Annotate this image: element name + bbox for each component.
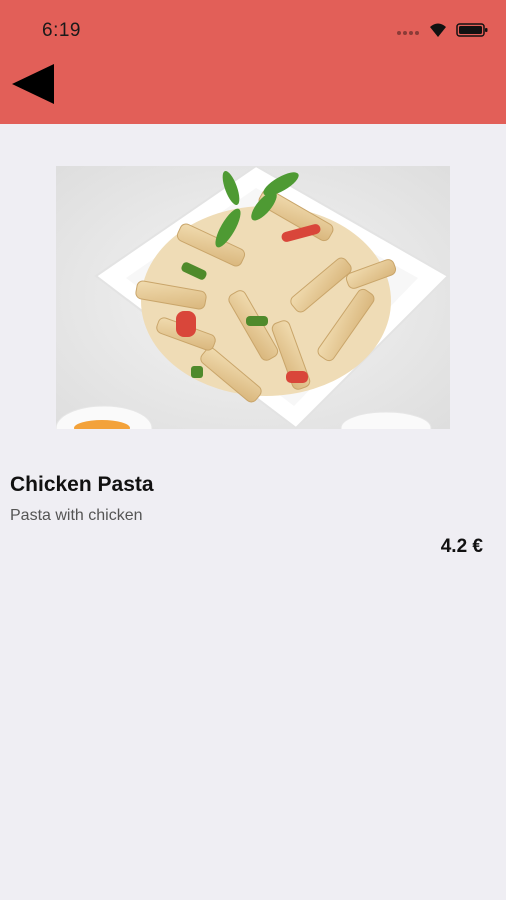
product-price: 4.2 € [440, 536, 483, 557]
status-icons [396, 22, 488, 42]
battery-icon [456, 22, 488, 43]
back-button[interactable] [8, 60, 60, 110]
status-time: 6:19 [42, 20, 81, 41]
product-name: Chicken Pasta [10, 473, 154, 496]
wifi-icon [428, 22, 448, 43]
signal-dots-icon [396, 23, 422, 41]
product-description: Pasta with chicken [10, 507, 143, 524]
app-header: 6:19 [0, 0, 506, 124]
back-triangle-icon [8, 60, 60, 110]
product-image [56, 166, 450, 429]
